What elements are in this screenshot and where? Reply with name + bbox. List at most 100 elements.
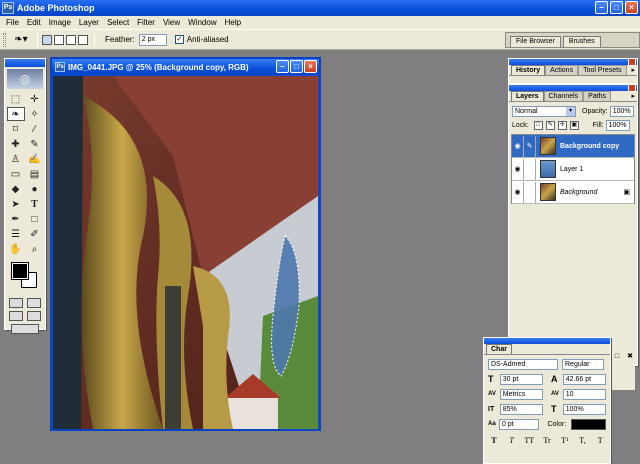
underline-button[interactable]: T xyxy=(594,436,606,445)
faux-bold-button[interactable]: T xyxy=(488,436,500,445)
image-canvas[interactable] xyxy=(53,76,318,429)
all-caps-button[interactable]: TT xyxy=(523,436,535,445)
tab-history[interactable]: History xyxy=(511,65,546,75)
opacity-input[interactable]: 100% xyxy=(609,105,634,117)
feather-input[interactable]: 2 px xyxy=(138,33,167,46)
clone-stamp-tool[interactable]: ♙ xyxy=(7,152,25,166)
close-button[interactable]: × xyxy=(625,1,638,14)
vertical-scale-input[interactable]: 85% xyxy=(499,403,543,415)
blend-mode-select[interactable]: Normal ▾ xyxy=(512,105,576,117)
file-browser-tab[interactable]: File Browser xyxy=(510,36,561,47)
menu-file[interactable]: File xyxy=(2,18,23,27)
lock-all-icon[interactable]: ▣ xyxy=(569,120,579,130)
tracking-input[interactable]: 10 xyxy=(562,388,606,400)
subscript-button[interactable]: T, xyxy=(577,436,589,445)
eye-icon[interactable]: ◉ xyxy=(512,158,524,180)
menu-select[interactable]: Select xyxy=(103,18,133,27)
eyedropper-tool[interactable]: ✐ xyxy=(26,227,44,241)
intersect-selection-icon[interactable] xyxy=(78,34,88,45)
gradient-tool[interactable]: ▤ xyxy=(26,167,44,181)
new-layer-icon[interactable]: □ xyxy=(612,352,622,362)
leading-input[interactable]: 42.66 pt xyxy=(562,373,606,385)
link-slot[interactable] xyxy=(524,158,536,180)
font-family-select[interactable]: DS-Admed xyxy=(488,358,558,370)
history-menu-icon[interactable]: ▸ xyxy=(631,66,635,74)
text-color-swatch[interactable] xyxy=(571,418,606,430)
marquee-tool[interactable]: ⬚ xyxy=(7,92,25,106)
menu-help[interactable]: Help xyxy=(221,18,245,27)
subtract-from-selection-icon[interactable] xyxy=(66,34,76,45)
anti-aliased-checkbox[interactable]: ✓ xyxy=(174,35,184,44)
font-size-input[interactable]: 30 pt xyxy=(499,373,543,385)
blur-tool[interactable]: ◆ xyxy=(7,182,25,196)
notes-tool[interactable]: ☰ xyxy=(7,227,25,241)
menu-image[interactable]: Image xyxy=(45,18,75,27)
fill-input[interactable]: 100% xyxy=(605,119,630,131)
pen-tool[interactable]: ✒ xyxy=(7,212,25,226)
brush-icon[interactable]: ✎ xyxy=(524,135,536,157)
toolbox-titlebar[interactable] xyxy=(5,59,45,67)
tab-channels[interactable]: Channels xyxy=(543,91,584,101)
hand-tool[interactable]: ✋ xyxy=(7,242,25,256)
adobe-online-icon[interactable]: ◎ xyxy=(7,69,43,89)
brushes-tab[interactable]: Brushes xyxy=(562,36,601,47)
type-tool[interactable]: T xyxy=(26,197,44,211)
tab-tool-presets[interactable]: Tool Presets xyxy=(578,65,627,75)
layer-row[interactable]: ◉ Background ▣ xyxy=(512,181,634,204)
trash-icon[interactable]: ✖ xyxy=(625,352,635,362)
menu-layer[interactable]: Layer xyxy=(75,18,103,27)
font-style-select[interactable]: Regular xyxy=(562,358,604,370)
minimize-button[interactable]: – xyxy=(595,1,608,14)
move-tool[interactable]: ✛ xyxy=(26,92,44,106)
small-caps-button[interactable]: Tr xyxy=(541,436,553,445)
add-to-selection-icon[interactable] xyxy=(54,34,64,45)
standard-mode-icon[interactable] xyxy=(9,298,23,308)
menu-edit[interactable]: Edit xyxy=(23,18,45,27)
crop-tool[interactable]: ⌑ xyxy=(7,122,25,136)
slice-tool[interactable]: ∕ xyxy=(26,122,44,136)
healing-brush-tool[interactable]: ✚ xyxy=(7,137,25,151)
layers-menu-icon[interactable]: ▸ xyxy=(631,92,635,100)
layer-row[interactable]: ◉ ✎ Background copy xyxy=(512,135,634,158)
link-slot[interactable] xyxy=(524,181,536,203)
doc-maximize-button[interactable]: □ xyxy=(290,60,303,73)
history-brush-tool[interactable]: ✍ xyxy=(26,152,44,166)
horizontal-scale-input[interactable]: 100% xyxy=(562,403,606,415)
doc-minimize-button[interactable]: – xyxy=(276,60,289,73)
tab-paths[interactable]: Paths xyxy=(583,91,612,101)
tool-preset-picker[interactable]: ❧▾ xyxy=(9,32,33,48)
tab-actions[interactable]: Actions xyxy=(545,65,579,75)
doc-close-button[interactable]: × xyxy=(304,60,317,73)
lock-transparency-icon[interactable]: □ xyxy=(533,120,543,130)
path-selection-tool[interactable]: ➤ xyxy=(7,197,25,211)
lock-position-icon[interactable]: ✛ xyxy=(557,120,567,130)
quick-mask-icon[interactable] xyxy=(27,298,41,308)
menu-window[interactable]: Window xyxy=(184,18,220,27)
tab-layers[interactable]: Layers xyxy=(511,91,544,101)
options-bar-grip[interactable] xyxy=(3,32,6,47)
foreground-color-swatch[interactable] xyxy=(11,262,29,280)
zoom-tool[interactable]: ⌕ xyxy=(26,242,44,256)
new-selection-icon[interactable] xyxy=(42,34,52,45)
faux-italic-button[interactable]: T xyxy=(506,436,518,445)
maximize-button[interactable]: □ xyxy=(610,1,623,14)
standard-screen-icon[interactable] xyxy=(9,311,23,321)
tab-character[interactable]: Char xyxy=(486,344,512,354)
dodge-tool[interactable]: ● xyxy=(26,182,44,196)
eraser-tool[interactable]: ▭ xyxy=(7,167,25,181)
layer-row[interactable]: ◉ Layer 1 xyxy=(512,158,634,181)
eye-icon[interactable]: ◉ xyxy=(512,181,524,203)
kerning-input[interactable]: Metrics xyxy=(499,388,543,400)
baseline-shift-input[interactable]: 0 pt xyxy=(498,418,540,430)
eye-icon[interactable]: ◉ xyxy=(512,135,524,157)
brush-tool[interactable]: ✎ xyxy=(26,137,44,151)
lasso-tool[interactable]: ❧ xyxy=(6,107,25,121)
shape-tool[interactable]: □ xyxy=(26,212,44,226)
full-screen-menu-icon[interactable] xyxy=(27,311,41,321)
magic-wand-tool[interactable]: ✧ xyxy=(26,107,44,121)
menu-filter[interactable]: Filter xyxy=(133,18,159,27)
jump-to-imageready-icon[interactable] xyxy=(11,324,39,334)
lock-image-icon[interactable]: ✎ xyxy=(545,120,555,130)
menu-view[interactable]: View xyxy=(159,18,184,27)
superscript-button[interactable]: T¹ xyxy=(559,436,571,445)
